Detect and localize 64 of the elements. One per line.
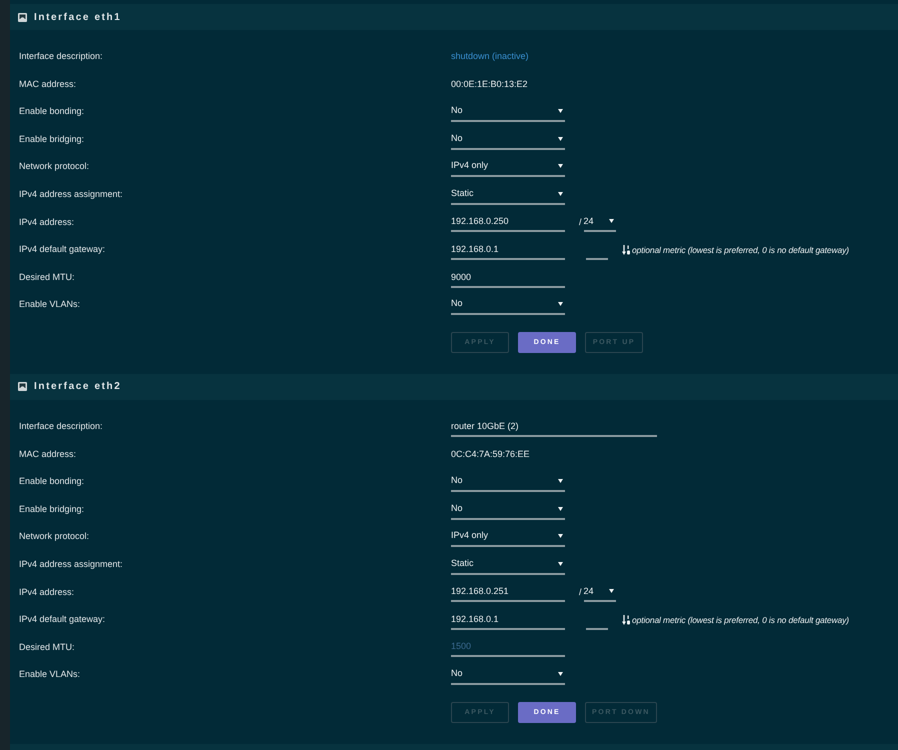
field-label: IPv4 address assignment:: [19, 558, 124, 571]
caret-icon: [558, 164, 563, 168]
picture-icon: [18, 382, 27, 392]
dropdown[interactable]: No: [451, 130, 565, 150]
separator-text: /: [579, 216, 582, 229]
picture-icon: [18, 12, 27, 22]
field-label: Enable VLANs:: [19, 298, 82, 312]
sort-icon: [622, 244, 630, 255]
caret-icon: [608, 219, 614, 224]
dropdown[interactable]: Static: [451, 554, 565, 575]
text-field[interactable]: 192.168.0.251: [451, 582, 565, 602]
field-label: Enable bonding:: [19, 475, 86, 488]
dropdown[interactable]: IPv4 only: [451, 527, 565, 548]
caret-icon: [558, 506, 563, 511]
dropdown[interactable]: 24: [584, 212, 616, 232]
field-label: Interface description:: [19, 420, 104, 433]
field-label: IPv4 default gateway:: [19, 613, 106, 626]
dropdown[interactable]: No: [451, 500, 565, 520]
field-label: IPv4 address assignment:: [19, 188, 124, 202]
caret-icon: [558, 302, 563, 306]
caret-icon: [558, 108, 563, 113]
text-field[interactable]: 192.168.0.1: [451, 610, 565, 630]
caret-icon: [558, 478, 563, 483]
separator-text: /: [579, 586, 582, 599]
dropdown[interactable]: No: [451, 472, 565, 492]
field-label: Network protocol:: [19, 530, 90, 544]
text-field[interactable]: router 10GbE (2): [451, 416, 657, 437]
value-text: 00:0E:1E:B0:13:E2: [451, 78, 528, 91]
text-field[interactable]: 9000: [451, 268, 565, 288]
status-link[interactable]: shutdown (inactive): [451, 50, 529, 64]
hint-text: optional metric (lowest is preferred, 0 is no default gateway): [632, 244, 849, 256]
section-title: Interface eth1: [34, 10, 122, 24]
caret-icon: [558, 534, 563, 538]
dropdown[interactable]: No: [451, 102, 565, 122]
field-label: Enable bridging:: [19, 132, 86, 146]
caret-icon: [558, 136, 563, 141]
field-label: IPv4 default gateway:: [19, 243, 106, 256]
caret-icon: [608, 589, 614, 594]
caret-icon: [558, 672, 563, 676]
field-label: Enable bonding:: [19, 105, 86, 118]
field-label: Desired MTU:: [19, 640, 76, 654]
field-label: IPv4 address:: [19, 216, 76, 229]
field-label: IPv4 address:: [19, 586, 76, 599]
text-field[interactable]: 1500: [451, 637, 565, 658]
dropdown[interactable]: 24: [584, 582, 616, 602]
field-label: Enable VLANs:: [19, 668, 82, 682]
text-field[interactable]: 192.168.0.1: [451, 240, 565, 260]
field-label: Enable bridging:: [19, 502, 86, 516]
field-label: Network protocol:: [19, 160, 90, 174]
hint-text: optional metric (lowest is preferred, 0 is no default gateway): [632, 614, 849, 626]
field-label: Interface description:: [19, 50, 104, 64]
section-title: Interface eth2: [34, 380, 122, 394]
dropdown[interactable]: No: [451, 665, 565, 686]
text-field[interactable]: 192.168.0.250: [451, 212, 565, 232]
caret-icon: [558, 562, 563, 566]
dropdown[interactable]: No: [451, 295, 565, 316]
sort-icon: [622, 614, 630, 625]
field-label: MAC address:: [19, 78, 78, 91]
field-label: MAC address:: [19, 448, 78, 461]
dropdown[interactable]: Static: [451, 184, 565, 205]
dropdown[interactable]: IPv4 only: [451, 157, 565, 178]
field-label: Desired MTU:: [19, 270, 76, 284]
caret-icon: [558, 192, 563, 196]
value-text: 0C:C4:7A:59:76:EE: [451, 448, 530, 461]
